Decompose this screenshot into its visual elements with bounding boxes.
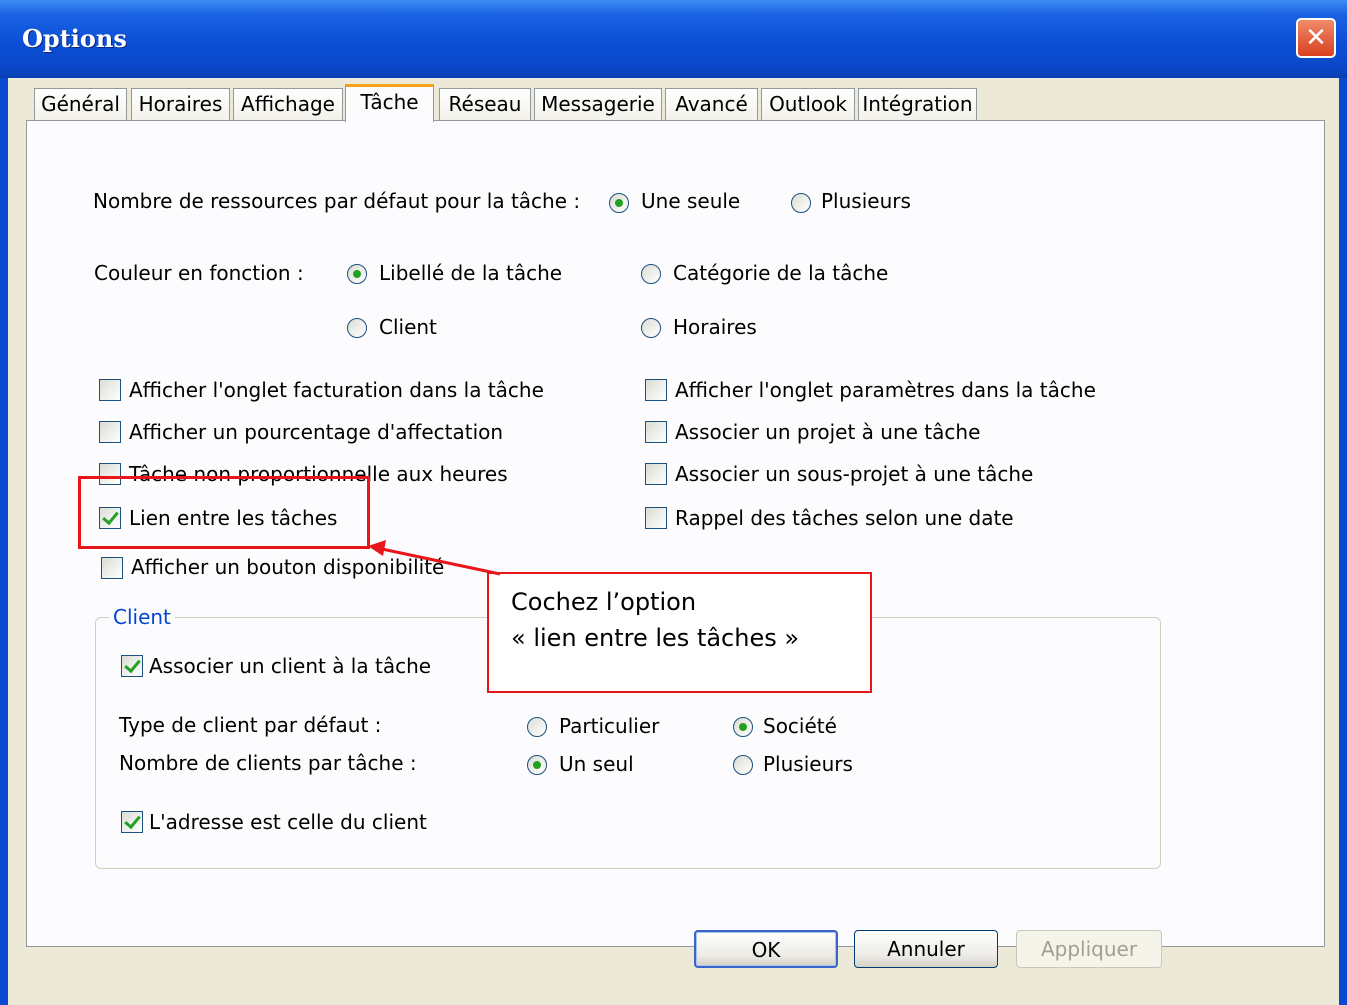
tab-tache[interactable]: Tâche [345,84,434,122]
checkbox-assignment-percent[interactable] [99,421,121,443]
title-bar[interactable]: Options ✕ [0,0,1347,78]
checkbox-billing-tab[interactable] [99,379,121,401]
window-title: Options [22,24,127,53]
client-address-label[interactable]: L'adresse est celle du client [149,810,427,834]
billing-tab-label[interactable]: Afficher l'onglet facturation dans la tâ… [129,378,544,402]
resources-many-label[interactable]: Plusieurs [821,189,911,213]
tab-outlook[interactable]: Outlook [761,88,855,120]
resources-one-radio[interactable] [609,193,629,213]
color-schedule-radio[interactable] [641,318,661,338]
client-type-label: Type de client par défaut : [119,713,382,737]
color-task-label-label[interactable]: Libellé de la tâche [379,261,562,285]
client-count-many-label[interactable]: Plusieurs [763,752,853,776]
tab-horaires[interactable]: Horaires [131,88,230,120]
client-type-individual-label[interactable]: Particulier [559,714,659,738]
associate-client-label[interactable]: Associer un client à la tâche [149,654,431,678]
tab-avance[interactable]: Avancé [665,88,758,120]
close-icon: ✕ [1305,23,1327,53]
color-label: Couleur en fonction : [94,261,304,285]
color-category-label[interactable]: Catégorie de la tâche [673,261,888,285]
color-client-label[interactable]: Client [379,315,437,339]
resources-label: Nombre de ressources par défaut pour la … [93,189,581,213]
checkbox-associate-project[interactable] [645,421,667,443]
parameters-tab-label[interactable]: Afficher l'onglet paramètres dans la tâc… [675,378,1096,402]
checkbox-availability-button[interactable] [101,557,123,579]
resources-many-radio[interactable] [791,193,811,213]
color-category-radio[interactable] [641,264,661,284]
color-schedule-label[interactable]: Horaires [673,315,757,339]
assignment-percent-label[interactable]: Afficher un pourcentage d'affectation [129,420,503,444]
options-window: Options ✕ Général Horaires Affichage Tâc… [0,0,1347,1005]
callout-line-1: Cochez l’option [511,588,697,616]
client-group-title: Client [109,605,175,629]
checkbox-parameters-tab[interactable] [645,379,667,401]
annotation-highlight-box [78,476,370,549]
client-count-one-radio[interactable] [527,755,547,775]
task-reminder-label[interactable]: Rappel des tâches selon une date [675,506,1014,530]
checkbox-associate-client[interactable] [121,655,143,677]
checkbox-task-reminder[interactable] [645,507,667,529]
annotation-callout: Cochez l’option « lien entre les tâches … [487,572,872,693]
resources-one-label[interactable]: Une seule [641,189,740,213]
client-count-many-radio[interactable] [733,755,753,775]
tab-affichage[interactable]: Affichage [233,88,343,120]
associate-project-label[interactable]: Associer un projet à une tâche [675,420,980,444]
associate-subproject-label[interactable]: Associer un sous-projet à une tâche [675,462,1033,486]
cancel-button[interactable]: Annuler [854,930,998,968]
client-type-company-radio[interactable] [733,717,753,737]
color-client-radio[interactable] [347,318,367,338]
tab-messagerie[interactable]: Messagerie [534,88,662,120]
client-count-one-label[interactable]: Un seul [559,752,634,776]
checkbox-client-address[interactable] [121,811,143,833]
availability-button-label[interactable]: Afficher un bouton disponibilité [131,555,444,579]
tab-integration[interactable]: Intégration [858,88,977,120]
close-button[interactable]: ✕ [1296,18,1336,58]
callout-line-2: « lien entre les tâches » [511,624,800,652]
client-type-company-label[interactable]: Société [763,714,837,738]
ok-button[interactable]: OK [694,930,838,968]
client-count-label: Nombre de clients par tâche : [119,751,417,775]
client-type-individual-radio[interactable] [527,717,547,737]
tab-reseau[interactable]: Réseau [439,88,531,120]
color-task-label-radio[interactable] [347,264,367,284]
checkbox-associate-subproject[interactable] [645,463,667,485]
tab-general[interactable]: Général [34,88,127,120]
apply-button[interactable]: Appliquer [1016,930,1162,968]
